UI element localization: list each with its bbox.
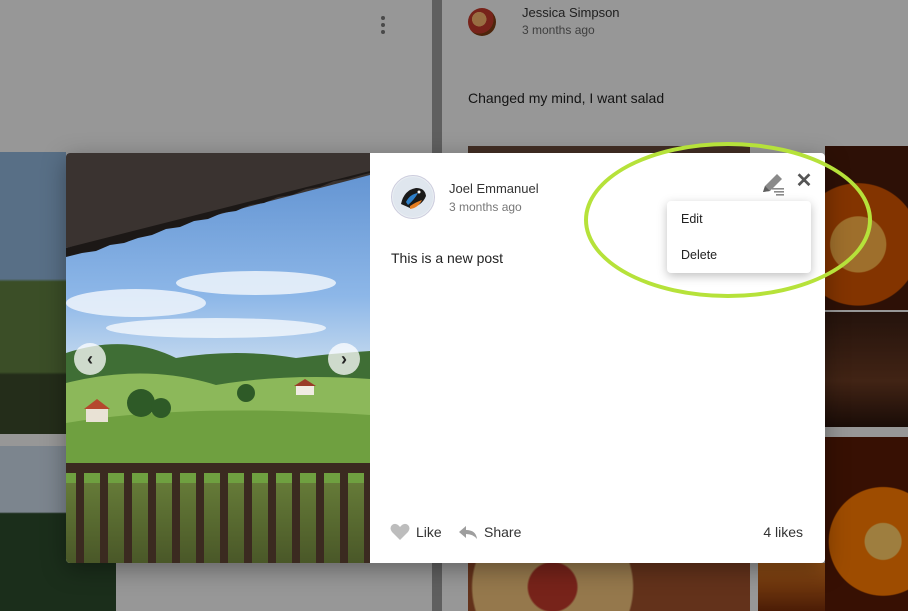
- menu-item-delete[interactable]: Delete: [667, 237, 811, 273]
- post-image: ‹ ›: [66, 153, 370, 563]
- avatar[interactable]: [391, 175, 435, 219]
- like-button[interactable]: Like: [390, 522, 442, 542]
- previous-image-button[interactable]: ‹: [74, 343, 106, 375]
- share-button[interactable]: Share: [458, 522, 521, 542]
- post-options-menu: Edit Delete: [667, 201, 811, 273]
- landscape-image: [66, 153, 370, 563]
- like-label: Like: [416, 524, 442, 540]
- pencil-icon[interactable]: [758, 170, 786, 198]
- share-arrow-icon: [459, 526, 477, 539]
- post-author-name[interactable]: Joel Emmanuel: [449, 181, 539, 196]
- close-icon[interactable]: ✕: [793, 170, 815, 192]
- likes-count[interactable]: 4 likes: [763, 524, 803, 540]
- post-timestamp: 3 months ago: [449, 200, 522, 214]
- share-label: Share: [484, 524, 522, 540]
- next-image-button[interactable]: ›: [328, 343, 360, 375]
- menu-item-edit[interactable]: Edit: [667, 201, 811, 237]
- post-text: This is a new post: [391, 250, 504, 266]
- post-detail-modal: ‹ › Joel Emmanuel 3 months ago This is a…: [66, 153, 825, 563]
- heart-icon: [390, 523, 410, 540]
- bird-avatar-icon: [393, 177, 433, 217]
